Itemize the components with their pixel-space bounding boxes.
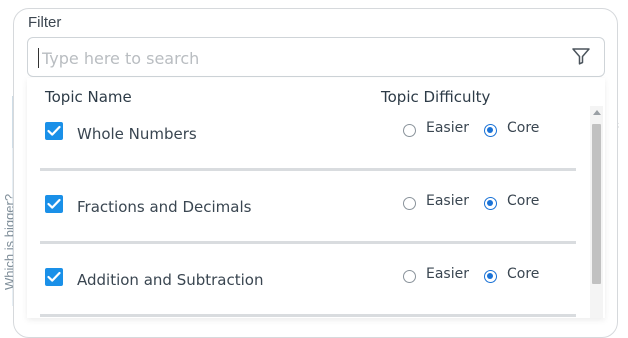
radio-easier-label[interactable]: Easier	[426, 266, 469, 282]
radio-core[interactable]	[484, 124, 497, 137]
search-input[interactable]	[40, 44, 564, 72]
column-header-topic-name: Topic Name	[45, 88, 132, 106]
check-icon	[47, 198, 61, 209]
topic-name: Whole Numbers	[77, 125, 197, 143]
radio-core-label[interactable]: Core	[507, 193, 539, 209]
topic-name: Addition and Subtraction	[77, 271, 264, 289]
topic-name: Fractions and Decimals	[77, 198, 252, 216]
radio-easier[interactable]	[403, 197, 416, 210]
column-header-topic-difficulty: Topic Difficulty	[381, 88, 491, 106]
topic-checkbox[interactable]	[45, 195, 63, 213]
radio-core[interactable]	[484, 197, 497, 210]
row-divider	[40, 168, 576, 171]
radio-easier[interactable]	[403, 124, 416, 137]
text-caret	[38, 48, 39, 68]
topic-checkbox[interactable]	[45, 268, 63, 286]
scrollbar[interactable]	[590, 106, 603, 318]
scroll-up-arrow-icon[interactable]	[593, 110, 601, 115]
radio-easier-label[interactable]: Easier	[426, 120, 469, 136]
filter-label: Filter	[28, 14, 62, 31]
topic-checkbox[interactable]	[45, 122, 63, 140]
topic-row: Fractions and Decimals Easier Core	[27, 187, 587, 257]
radio-core-label[interactable]: Core	[507, 266, 539, 282]
search-box[interactable]	[27, 37, 605, 77]
radio-easier-label[interactable]: Easier	[426, 193, 469, 209]
check-icon	[47, 125, 61, 136]
topic-row: Addition and Subtraction Easier Core	[27, 260, 587, 330]
radio-easier[interactable]	[403, 270, 416, 283]
funnel-icon[interactable]	[570, 45, 592, 67]
row-divider	[40, 241, 576, 244]
topic-row: Whole Numbers Easier Core	[27, 114, 587, 184]
radio-core-label[interactable]: Core	[507, 120, 539, 136]
row-divider	[40, 314, 576, 317]
scroll-thumb[interactable]	[592, 124, 601, 284]
topic-dropdown: Topic Name Topic Difficulty Whole Number…	[27, 78, 605, 318]
radio-core[interactable]	[484, 270, 497, 283]
check-icon	[47, 271, 61, 282]
